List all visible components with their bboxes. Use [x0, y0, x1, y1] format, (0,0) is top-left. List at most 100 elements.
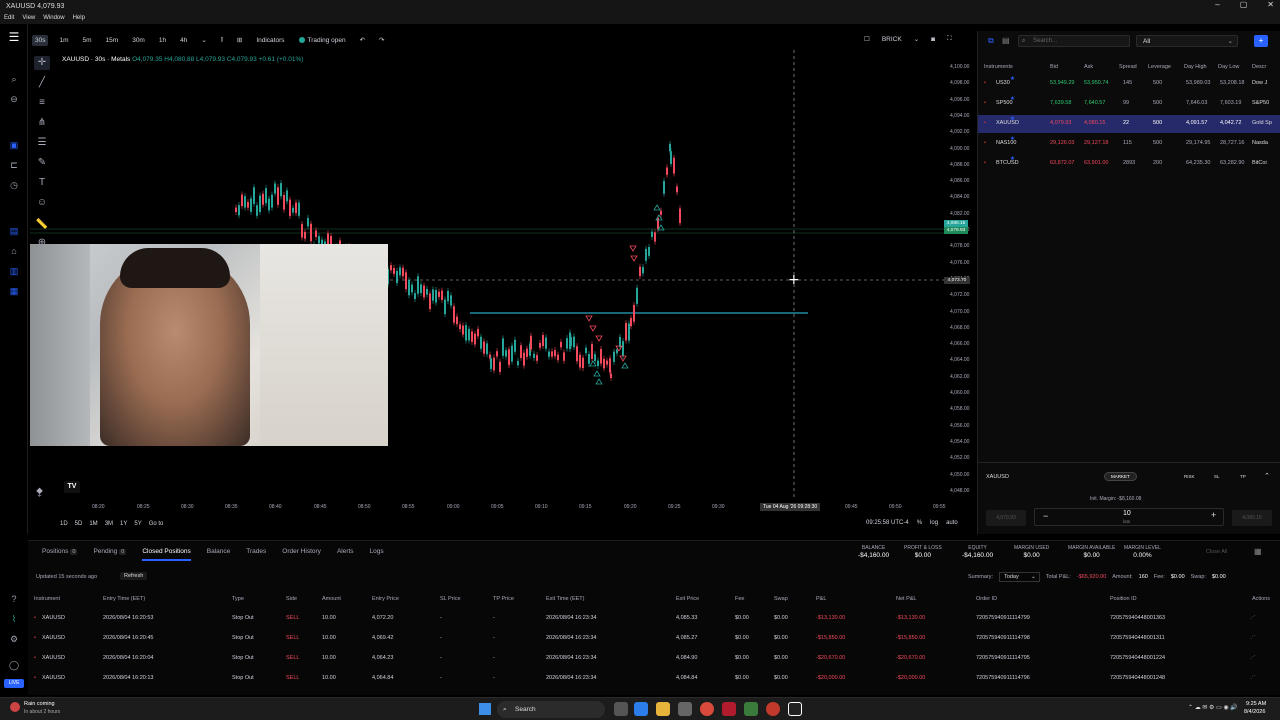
chart-space-icon[interactable]: ▣: [6, 138, 22, 152]
settings-icon[interactable]: ⚙: [6, 632, 22, 646]
redo-icon[interactable]: ↷: [376, 34, 387, 46]
undo-icon[interactable]: ↶: [357, 34, 368, 46]
buy-button[interactable]: 4,080.15: [1232, 510, 1272, 526]
table-header[interactable]: TP Price: [493, 596, 514, 602]
range-1y[interactable]: 1Y: [120, 521, 127, 527]
table-header[interactable]: Net P&L: [896, 596, 916, 602]
menu-window[interactable]: Window: [43, 15, 64, 21]
range-1m[interactable]: 1M: [89, 521, 97, 527]
chrome-icon[interactable]: [700, 702, 714, 716]
fullscreen-icon[interactable]: ⛶: [947, 35, 952, 43]
favorite-star-icon[interactable]: ★: [1010, 136, 1015, 142]
table-header[interactable]: Exit Price: [676, 596, 699, 602]
store-icon[interactable]: [678, 702, 692, 716]
table-header[interactable]: Entry Time (EET): [103, 596, 145, 602]
watchlist-icon[interactable]: ⧉: [988, 36, 994, 46]
table-header[interactable]: Instrument: [34, 596, 60, 602]
share-icon[interactable]: ⋰: [1250, 615, 1256, 621]
price-axis[interactable]: 4,100.00 4,098.00 4,096.00 4,094.00 4,092.00…: [946, 50, 976, 500]
app-circle-icon[interactable]: [766, 702, 780, 716]
tab-positions[interactable]: Positions 0: [42, 548, 78, 561]
tab-alerts[interactable]: Alerts: [337, 548, 354, 561]
tp-button[interactable]: TP: [1240, 474, 1246, 479]
chevron-up-icon[interactable]: ⌃: [1264, 472, 1270, 480]
cart-icon[interactable]: ⊏: [6, 158, 22, 172]
table-header[interactable]: Entry Price: [372, 596, 399, 602]
table-header[interactable]: Exit Time (EET): [546, 596, 585, 602]
plus-icon[interactable]: +: [1211, 510, 1216, 520]
chart-type-button[interactable]: BRICK: [882, 36, 902, 43]
instrument-row[interactable]: US30 53,949.29 53,950.74 145 500 53,989.03 53,…: [978, 75, 1280, 93]
table-row[interactable]: XAUUSD 2026/08/04 16:20:13 Stop Out SELL 10.…: [28, 675, 1280, 687]
tf-1m[interactable]: 1m: [56, 35, 71, 46]
maximize-icon[interactable]: ▢: [1240, 0, 1248, 9]
range-5d[interactable]: 5D: [75, 521, 83, 527]
tf-4h[interactable]: 4h: [177, 35, 190, 46]
tab-closed-positions[interactable]: Closed Positions: [142, 548, 191, 561]
favorite-star-icon[interactable]: ★: [1010, 156, 1015, 162]
tf-30m[interactable]: 30m: [129, 35, 148, 46]
tf-15m[interactable]: 15m: [103, 35, 122, 46]
instrument-row[interactable]: BTCUSD 63,872.07 63,901.00 2893 200 64,235.30…: [978, 155, 1280, 173]
share-icon[interactable]: ⋰: [1250, 635, 1256, 641]
bank-icon[interactable]: ⌂: [6, 244, 22, 258]
tray-time[interactable]: 9:25 AM: [1246, 701, 1266, 707]
instrument-row[interactable]: XAUUSD 4,079.93 4,080.15 22 500 4,091.57 4,042…: [978, 115, 1280, 133]
file-explorer-icon[interactable]: [656, 702, 670, 716]
weather-title[interactable]: Rain coming: [24, 701, 55, 707]
share-icon[interactable]: ⋰: [1250, 655, 1256, 661]
lots-input[interactable]: − 10 lots +: [1034, 508, 1224, 526]
close-icon[interactable]: ✕: [1267, 0, 1274, 9]
instrument-row[interactable]: NAS100 29,126.03 29,127.18 115 500 29,174.95 2…: [978, 135, 1280, 153]
table-header[interactable]: P&L: [816, 596, 826, 602]
favorite-star-icon[interactable]: ★: [1010, 96, 1015, 102]
goto-button[interactable]: Go to: [149, 521, 164, 527]
add-instrument-button[interactable]: +: [1254, 35, 1268, 47]
table-header[interactable]: Amount: [322, 596, 341, 602]
log-toggle[interactable]: log: [930, 520, 938, 526]
tf-5m[interactable]: 5m: [80, 35, 95, 46]
summary-select[interactable]: Today ⌄: [999, 572, 1040, 582]
panel-icon[interactable]: ▤: [6, 224, 22, 238]
app-pen-icon[interactable]: [744, 702, 758, 716]
percent-toggle[interactable]: %: [917, 520, 922, 526]
menu-help[interactable]: Help: [73, 15, 85, 21]
range-3m[interactable]: 3M: [105, 521, 113, 527]
table-header[interactable]: SL Price: [440, 596, 461, 602]
indicators-button[interactable]: Indicators: [253, 35, 287, 46]
tab-trades[interactable]: Trades: [246, 548, 266, 561]
table-header[interactable]: Actions: [1252, 596, 1270, 602]
instrument-filter-select[interactable]: All ⌄: [1136, 35, 1238, 47]
tray-icons[interactable]: ⌃ ☁ ✉ ⚙ ▭ ◉ 🔊: [1188, 704, 1238, 711]
instrument-search-input[interactable]: ⌕ Search...: [1018, 35, 1130, 47]
help-icon[interactable]: ?: [6, 592, 22, 606]
copilot-icon[interactable]: [634, 702, 648, 716]
chevron-down-icon[interactable]: ⌄: [914, 35, 919, 43]
candle-type-icon[interactable]: ⫾: [218, 34, 226, 46]
table-row[interactable]: XAUUSD 2026/08/04 16:20:45 Stop Out SELL 10.…: [28, 635, 1280, 647]
range-1d[interactable]: 1D: [60, 521, 68, 527]
favorite-star-icon[interactable]: ★: [1010, 116, 1015, 122]
table-row[interactable]: XAUUSD 2026/08/04 16:20:53 Stop Out SELL 10.…: [28, 615, 1280, 627]
clock-readout[interactable]: 09:25:58 UTC-4: [866, 520, 909, 526]
table-header[interactable]: Side: [286, 596, 297, 602]
tab-logs[interactable]: Logs: [370, 548, 384, 561]
table-header[interactable]: Swap: [774, 596, 788, 602]
risk-button[interactable]: RISK: [1184, 474, 1195, 479]
instrument-row[interactable]: SP500 7,639.58 7,640.57 99 500 7,646.03 7,603.…: [978, 95, 1280, 113]
minus-icon[interactable]: −: [1043, 511, 1048, 521]
search-icon[interactable]: ⌕: [6, 72, 22, 86]
favorite-star-icon[interactable]: ★: [1010, 76, 1015, 82]
trading-app-icon[interactable]: [788, 702, 802, 716]
refresh-button[interactable]: Refresh: [120, 572, 148, 580]
checkbox-icon[interactable]: ☐: [864, 35, 870, 43]
camera-icon[interactable]: ◙: [931, 36, 935, 43]
zoom-out-icon[interactable]: ⊖: [6, 92, 22, 106]
share-icon[interactable]: ⋰: [1250, 675, 1256, 681]
menu-view[interactable]: View: [22, 15, 35, 21]
chevron-down-icon[interactable]: ⌄: [198, 34, 209, 46]
list-icon[interactable]: ▤: [1002, 36, 1010, 45]
auto-toggle[interactable]: auto: [946, 520, 958, 526]
tab-order-history[interactable]: Order History: [282, 548, 321, 561]
range-5y[interactable]: 5Y: [134, 521, 141, 527]
